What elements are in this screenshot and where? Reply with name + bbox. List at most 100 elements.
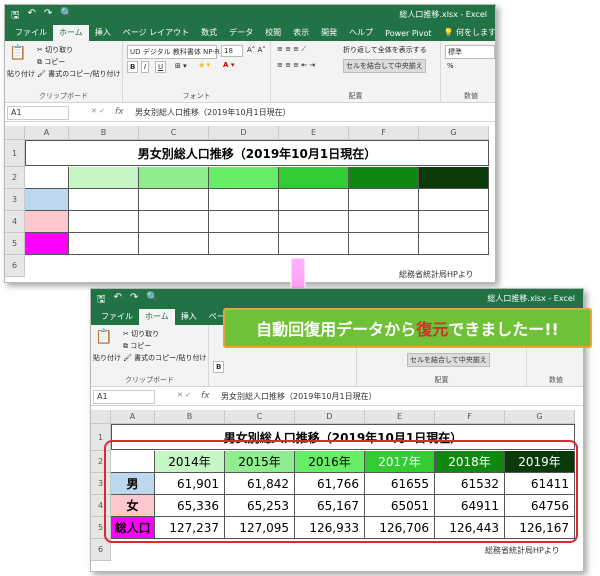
- align-horizontal-icons[interactable]: ≡ ≡ ≡ ⇤ ⇥: [277, 61, 315, 69]
- empty-data-cell[interactable]: [69, 233, 139, 255]
- tab-home[interactable]: ホーム: [53, 25, 89, 41]
- bold-button[interactable]: B: [127, 61, 139, 73]
- row-header-2[interactable]: 2: [5, 167, 25, 189]
- col-header-b[interactable]: B: [69, 126, 139, 140]
- empty-data-cell[interactable]: [69, 189, 139, 211]
- paste-icon[interactable]: 📋: [95, 329, 112, 345]
- empty-data-cell[interactable]: [209, 233, 279, 255]
- font-color-icon[interactable]: A ▾: [223, 61, 234, 69]
- save-icon[interactable]: 🖫: [97, 292, 106, 309]
- col-header-e[interactable]: E: [279, 126, 349, 140]
- select-all-corner[interactable]: [91, 410, 111, 424]
- save-icon[interactable]: 🖫: [11, 8, 20, 25]
- row-header-4[interactable]: 4: [5, 211, 25, 233]
- copy-button[interactable]: ⧉ コピー: [123, 341, 151, 351]
- empty-data-cell[interactable]: [279, 211, 349, 233]
- grow-font-icon[interactable]: A˄ A˅: [247, 46, 266, 54]
- tab-file[interactable]: ファイル: [9, 25, 53, 41]
- row-label-color-cell[interactable]: [25, 211, 69, 233]
- redo-icon[interactable]: ↷: [44, 8, 52, 25]
- bold-button[interactable]: B: [213, 361, 225, 373]
- insert-function-icon[interactable]: fx: [115, 107, 124, 117]
- merge-center-button[interactable]: セルを結合して中央揃え: [343, 59, 426, 73]
- col-header-d[interactable]: D: [209, 126, 279, 140]
- select-all-corner[interactable]: [5, 126, 25, 140]
- empty-data-cell[interactable]: [419, 233, 489, 255]
- col-header-g[interactable]: G: [419, 126, 489, 140]
- empty-data-cell[interactable]: [419, 211, 489, 233]
- col-header-f[interactable]: F: [349, 126, 419, 140]
- row-header-5[interactable]: 5: [5, 233, 25, 255]
- title-cell[interactable]: 男女別総人口推移（2019年10月1日現在）: [25, 140, 489, 166]
- col-header-c[interactable]: C: [139, 126, 209, 140]
- row-header-1[interactable]: 1: [5, 140, 25, 167]
- cut-button[interactable]: ✂ 切り取り: [123, 329, 159, 339]
- tab-insert[interactable]: 挿入: [175, 309, 203, 325]
- empty-data-cell[interactable]: [209, 211, 279, 233]
- empty-data-cell[interactable]: [279, 233, 349, 255]
- paste-button[interactable]: 貼り付け: [7, 69, 35, 79]
- year-color-cell[interactable]: [349, 167, 419, 189]
- paste-button[interactable]: 貼り付け: [93, 353, 121, 363]
- italic-button[interactable]: I: [141, 61, 150, 73]
- row-header-3[interactable]: 3: [5, 189, 25, 211]
- print-preview-icon[interactable]: 🔍: [146, 292, 158, 309]
- tab-help[interactable]: ヘルプ: [343, 25, 379, 41]
- number-format-select[interactable]: 標準: [445, 45, 495, 59]
- empty-data-cell[interactable]: [209, 189, 279, 211]
- tab-formulas[interactable]: 数式: [195, 25, 223, 41]
- tab-home[interactable]: ホーム: [139, 309, 175, 325]
- year-color-cell[interactable]: [209, 167, 279, 189]
- merge-center-button[interactable]: セルを結合して中央揃え: [407, 353, 490, 367]
- row-label-color-cell[interactable]: [25, 233, 69, 255]
- align-top-icons[interactable]: ≡ ≡ ≡ ⟋: [277, 45, 306, 54]
- tab-data[interactable]: データ: [223, 25, 259, 41]
- col-header-c[interactable]: C: [225, 410, 295, 424]
- empty-header-cell[interactable]: [25, 167, 69, 189]
- undo-icon[interactable]: ↶: [28, 8, 36, 25]
- font-size-select[interactable]: 18: [221, 45, 243, 57]
- formula-input[interactable]: 男女別総人口推移（2019年10月1日現在）: [135, 107, 291, 118]
- col-header-f[interactable]: F: [435, 410, 505, 424]
- paste-icon[interactable]: 📋: [9, 45, 26, 61]
- redo-icon[interactable]: ↷: [130, 292, 138, 309]
- empty-data-cell[interactable]: [419, 189, 489, 211]
- tab-page-layout[interactable]: ページ レイアウト: [117, 25, 195, 41]
- empty-data-cell[interactable]: [349, 233, 419, 255]
- undo-icon[interactable]: ↶: [114, 292, 122, 309]
- name-box[interactable]: A1: [93, 390, 155, 404]
- row-header-6[interactable]: 6: [5, 255, 25, 277]
- wrap-text-button[interactable]: 折り返して全体を表示する: [343, 45, 427, 55]
- format-painter-button[interactable]: 🖌 書式のコピー/貼り付け: [123, 353, 206, 363]
- col-header-b[interactable]: B: [155, 410, 225, 424]
- tab-insert[interactable]: 挿入: [89, 25, 117, 41]
- tell-me-box[interactable]: 💡 何をしますか: [438, 25, 495, 41]
- col-header-a[interactable]: A: [111, 410, 155, 424]
- col-header-g[interactable]: G: [505, 410, 575, 424]
- tab-developer[interactable]: 開発: [315, 25, 343, 41]
- cancel-check-icons[interactable]: ✕ ✓: [177, 391, 191, 399]
- year-color-cell[interactable]: [139, 167, 209, 189]
- empty-data-cell[interactable]: [139, 233, 209, 255]
- col-header-d[interactable]: D: [295, 410, 365, 424]
- cut-button[interactable]: ✂ 切り取り: [37, 45, 73, 55]
- copy-button[interactable]: ⧉ コピー: [37, 57, 65, 67]
- empty-data-cell[interactable]: [139, 211, 209, 233]
- tab-file[interactable]: ファイル: [95, 309, 139, 325]
- empty-data-cell[interactable]: [349, 189, 419, 211]
- empty-data-cell[interactable]: [279, 189, 349, 211]
- tab-view[interactable]: 表示: [287, 25, 315, 41]
- print-preview-icon[interactable]: 🔍: [60, 8, 72, 25]
- underline-button[interactable]: U: [155, 61, 167, 73]
- empty-data-cell[interactable]: [349, 211, 419, 233]
- fill-color-icon[interactable]: ◈ ▾: [199, 61, 210, 69]
- tab-review[interactable]: 校閲: [259, 25, 287, 41]
- col-header-a[interactable]: A: [25, 126, 69, 140]
- borders-icon[interactable]: ⊞ ▾: [175, 62, 187, 70]
- year-color-cell[interactable]: [69, 167, 139, 189]
- row-label-color-cell[interactable]: [25, 189, 69, 211]
- empty-data-cell[interactable]: [139, 189, 209, 211]
- year-color-cell[interactable]: [279, 167, 349, 189]
- format-painter-button[interactable]: 🖌 書式のコピー/貼り付け: [37, 69, 120, 79]
- col-header-e[interactable]: E: [365, 410, 435, 424]
